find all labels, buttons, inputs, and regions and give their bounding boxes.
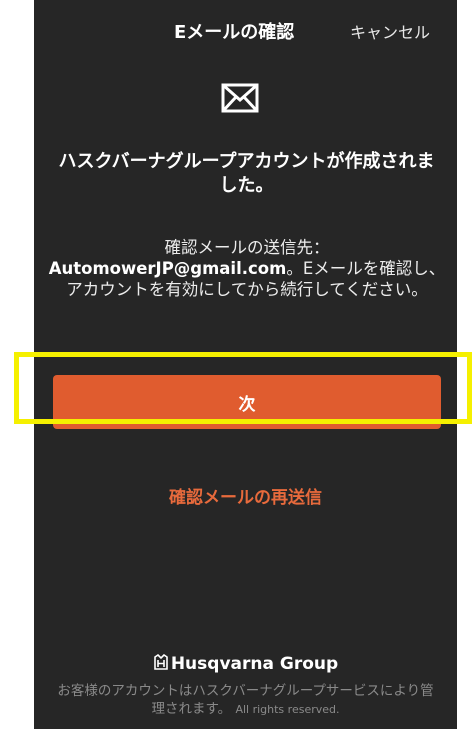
account-created-heading: ハスクバーナグループアカウントが作成されました。 bbox=[58, 151, 435, 196]
message-prefix: 確認メールの送信先： bbox=[164, 238, 330, 257]
cancel-button[interactable]: キャンセル bbox=[350, 19, 430, 43]
page-title: Eメールの確認 bbox=[174, 22, 295, 43]
email-address: AutomowerJP@gmail.com bbox=[48, 259, 287, 278]
highlight-box bbox=[14, 352, 472, 424]
footer-note: お客様のアカウントはハスクバーナグループサービスにより管理されます。 All r… bbox=[54, 682, 437, 719]
brand-logo: Husqvarna Group bbox=[34, 654, 457, 674]
header: Eメールの確認 キャンセル bbox=[34, 0, 457, 58]
rights-text: All rights reserved. bbox=[235, 703, 340, 716]
confirmation-message: 確認メールの送信先： AutomowerJP@gmail.com。Eメールを確認… bbox=[48, 237, 446, 300]
brand-name: Husqvarna Group bbox=[170, 654, 339, 674]
envelope-icon bbox=[221, 83, 259, 113]
husqvarna-crown-icon bbox=[154, 654, 168, 670]
page: Eメールの確認 キャンセル ハスクバーナグループアカウントが作成されました。 確… bbox=[0, 0, 475, 729]
resend-email-link[interactable]: 確認メールの再送信 bbox=[34, 483, 457, 508]
